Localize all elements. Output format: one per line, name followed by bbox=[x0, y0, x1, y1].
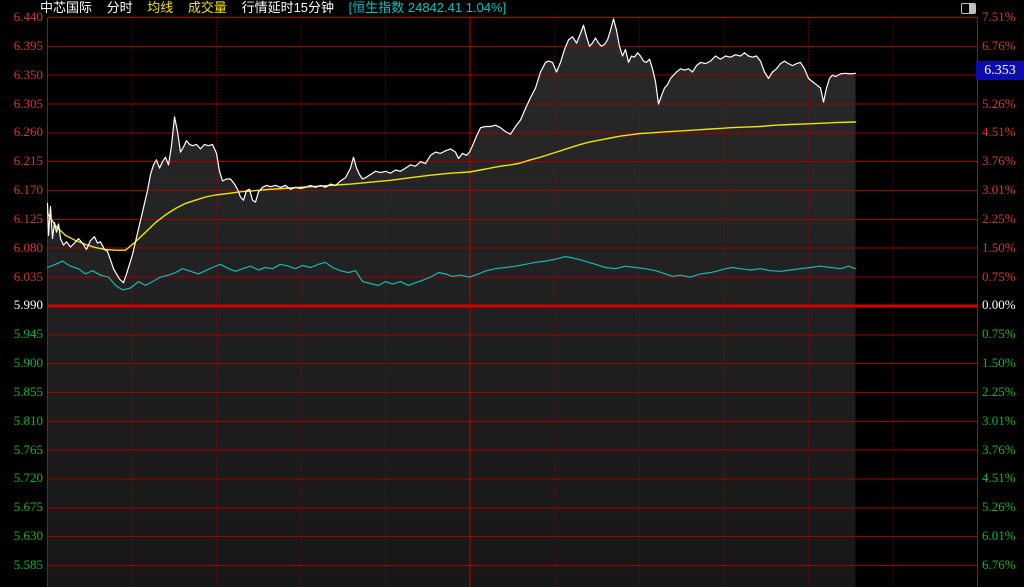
intraday-chart-canvas[interactable] bbox=[0, 0, 1024, 587]
last-price-value: 6.353 bbox=[984, 63, 1016, 78]
panel-toggle-icon[interactable] bbox=[961, 3, 976, 14]
intraday-chart-screen: 中芯国际 分时 均线 成交量 行情延时15分钟 [恒生指数 24842.41 1… bbox=[0, 0, 1024, 587]
panel-toggle-fill bbox=[969, 4, 975, 13]
last-price-badge: 6.353 bbox=[976, 61, 1024, 80]
